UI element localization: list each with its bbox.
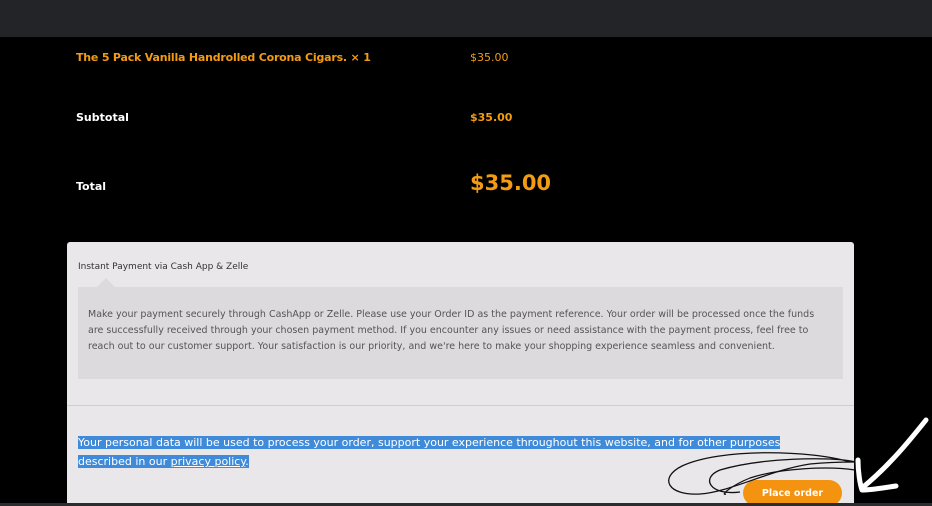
checkout-page: The 5 Pack Vanilla Handrolled Corona Cig…	[0, 37, 932, 506]
product-quantity: × 1	[350, 51, 371, 64]
privacy-policy-link[interactable]: privacy policy	[171, 455, 246, 468]
description-caret	[97, 278, 115, 287]
payment-section: Instant Payment via Cash App & Zelle Mak…	[67, 242, 854, 506]
total-value: $35.00	[470, 171, 552, 195]
privacy-notice: Your personal data will be used to proce…	[78, 433, 808, 471]
privacy-text: Your personal data will be used to proce…	[78, 436, 781, 468]
payment-description-text: Make your payment securely through CashA…	[88, 309, 815, 352]
product-name: The 5 Pack Vanilla Handrolled Corona Cig…	[76, 51, 371, 64]
subtotal-label: Subtotal	[76, 111, 129, 124]
subtotal-value: $35.00	[470, 111, 513, 124]
divider	[67, 405, 854, 406]
payment-method-description: Make your payment securely through CashA…	[78, 287, 843, 379]
product-price: $35.00	[470, 51, 509, 64]
total-label: Total	[76, 180, 107, 193]
payment-method-label[interactable]: Instant Payment via Cash App & Zelle	[78, 262, 248, 272]
top-bar	[0, 0, 932, 37]
